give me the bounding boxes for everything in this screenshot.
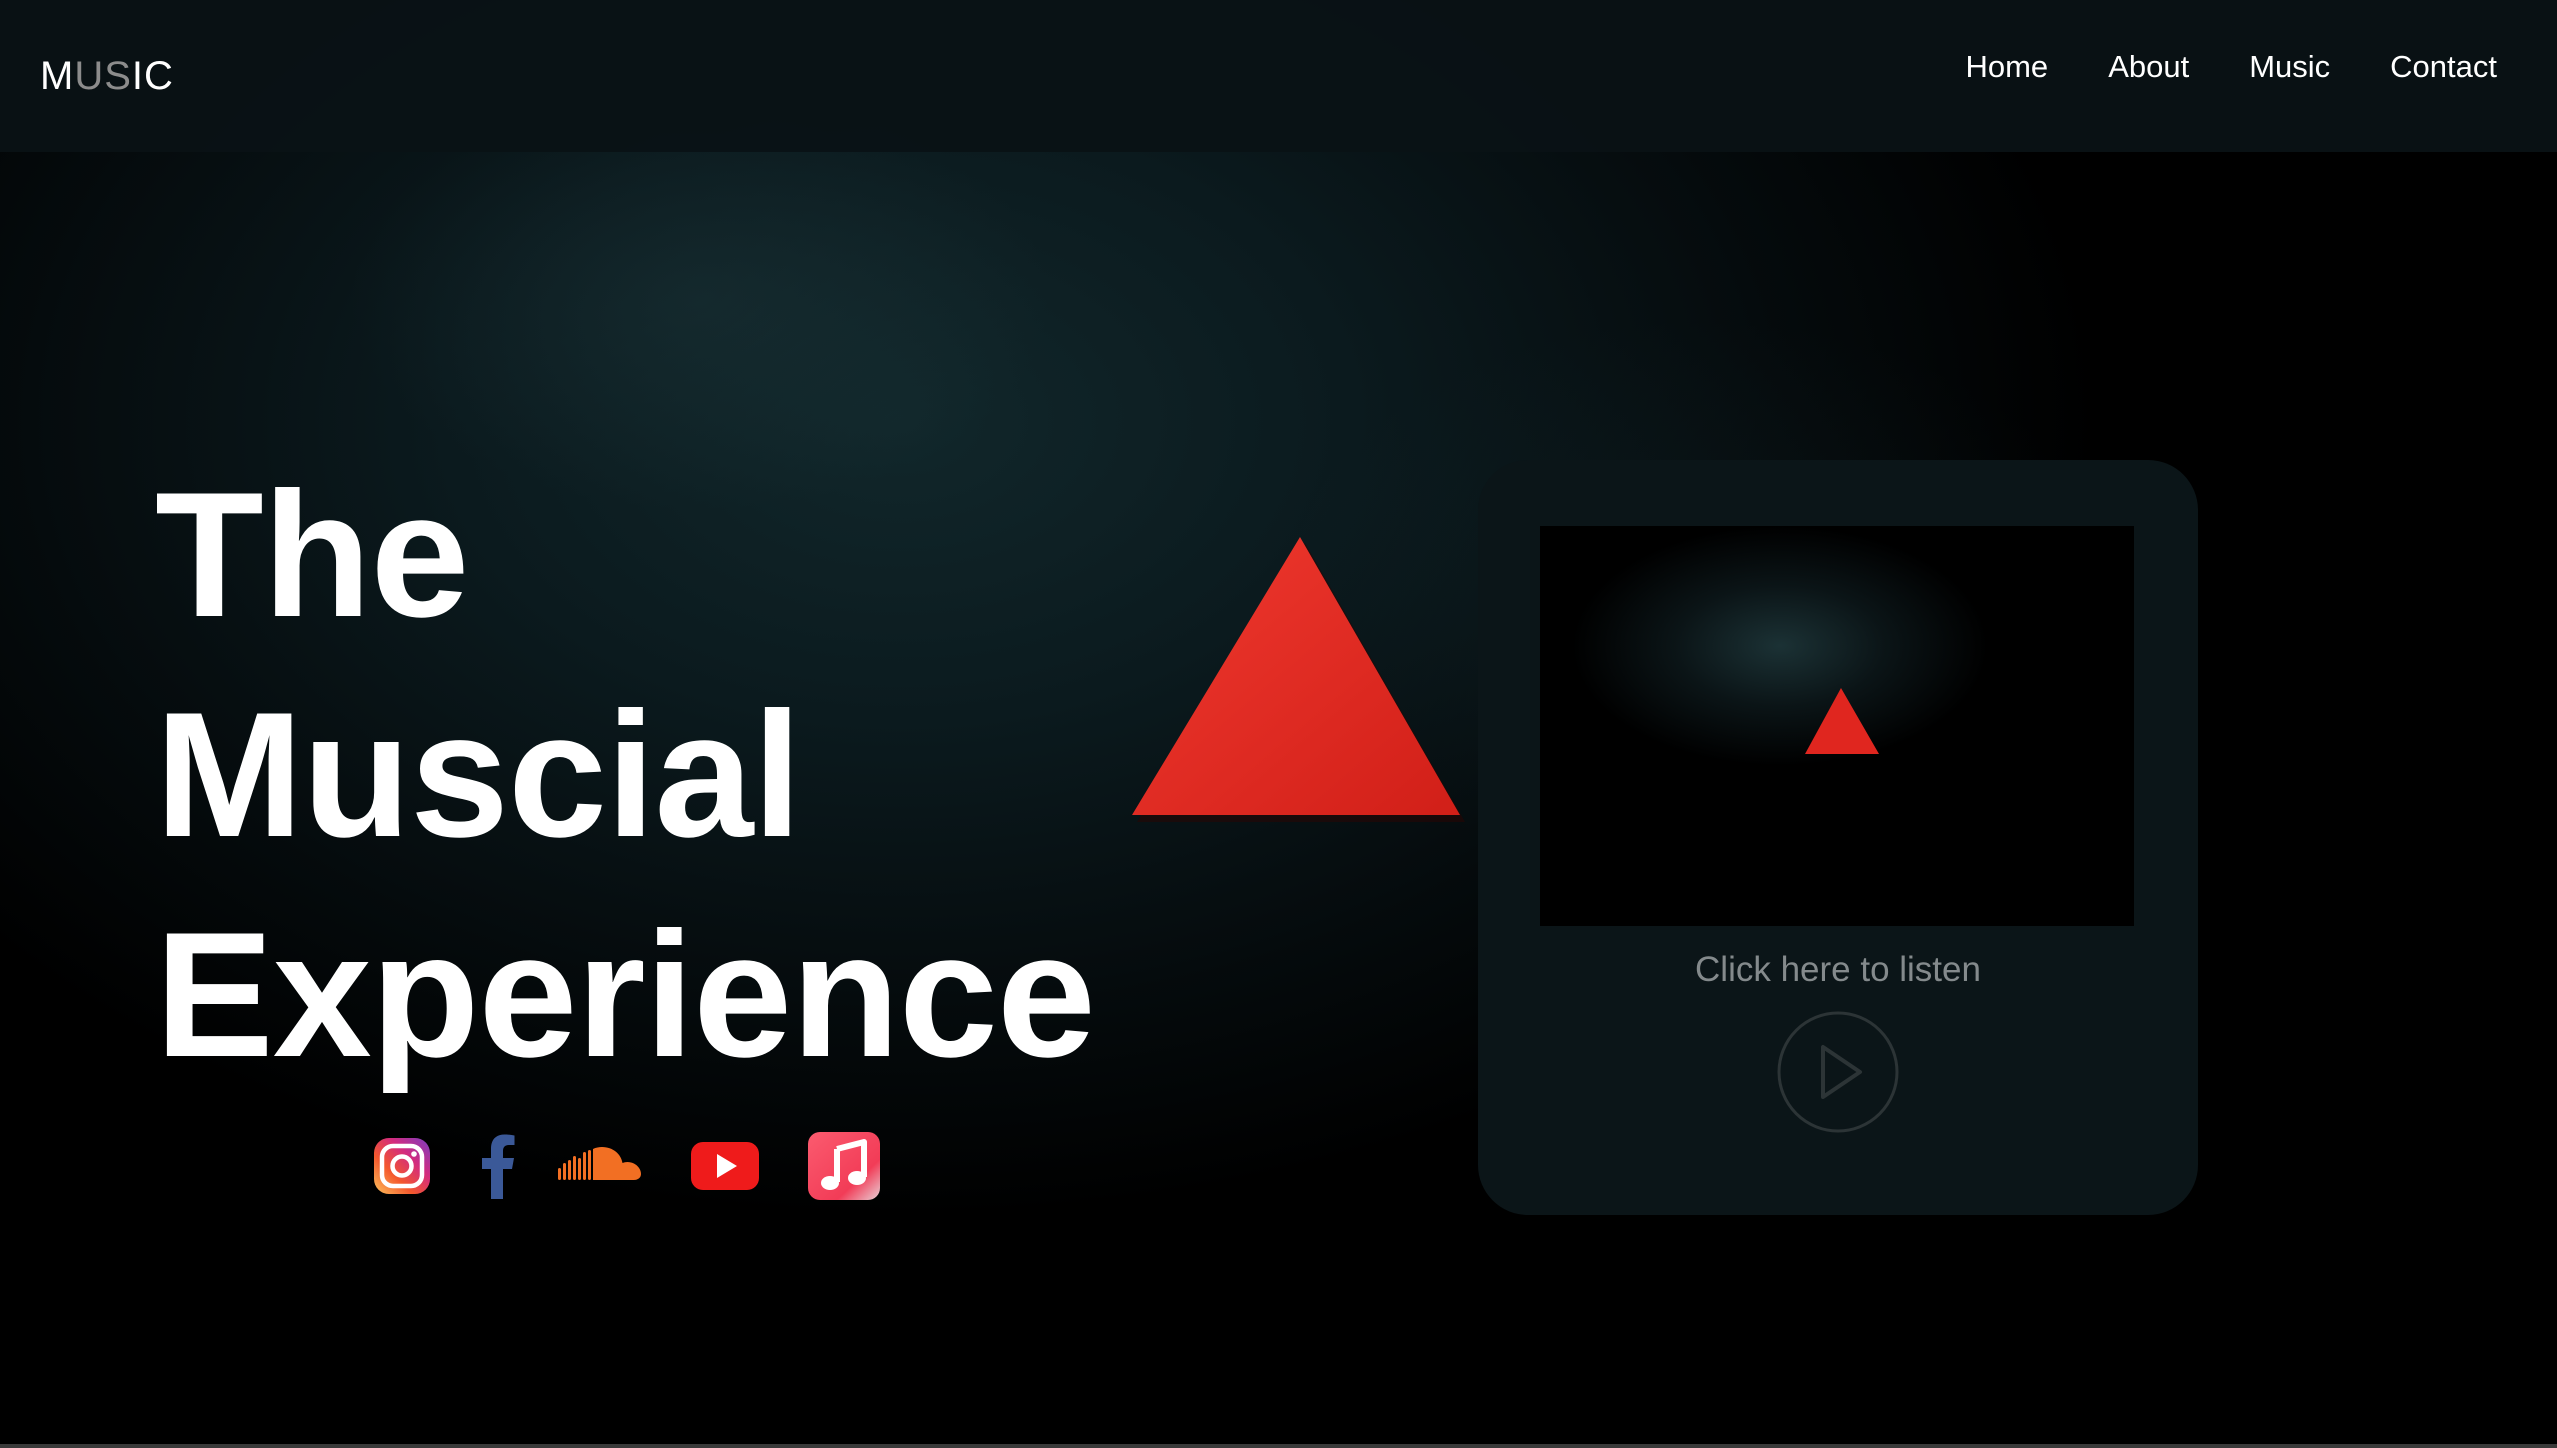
nav-link-about[interactable]: About: [2108, 45, 2189, 89]
player-artwork: [1540, 526, 2134, 926]
nav-links: Home About Music Contact: [1965, 45, 2497, 89]
logo-letter-m: M: [40, 54, 75, 98]
social-links: [372, 1130, 882, 1202]
soundcloud-icon[interactable]: [558, 1146, 642, 1186]
nav-link-home[interactable]: Home: [1965, 45, 2048, 89]
apple-music-icon[interactable]: [806, 1130, 882, 1202]
nav-link-contact[interactable]: Contact: [2390, 45, 2497, 89]
logo-letters-ic: IC: [131, 54, 174, 98]
instagram-icon[interactable]: [372, 1135, 432, 1197]
landing-page: MUSIC Home About Music Contact The Musci…: [0, 0, 2557, 1448]
logo[interactable]: MUSIC: [40, 56, 174, 96]
hero-title-line-3: Experience: [155, 895, 1096, 1094]
artwork-triangle: [1805, 688, 1879, 754]
hero-title-line-2: Muscial: [155, 675, 802, 874]
play-icon[interactable]: [1776, 1010, 1900, 1134]
nav-link-music[interactable]: Music: [2249, 45, 2330, 89]
youtube-icon[interactable]: [690, 1140, 760, 1192]
listen-label[interactable]: Click here to listen: [1478, 948, 2198, 992]
red-triangle-decoration: [1132, 537, 1465, 822]
hero-title-line-1: The: [155, 455, 469, 654]
bottom-edge: [0, 1444, 2557, 1448]
navbar: MUSIC Home About Music Contact: [0, 0, 2557, 152]
hero-title: The Muscial Experience: [155, 445, 1096, 1105]
logo-letters-us: US: [74, 54, 132, 98]
facebook-icon[interactable]: [476, 1133, 520, 1199]
music-player-card: Click here to listen: [1478, 460, 2198, 1215]
